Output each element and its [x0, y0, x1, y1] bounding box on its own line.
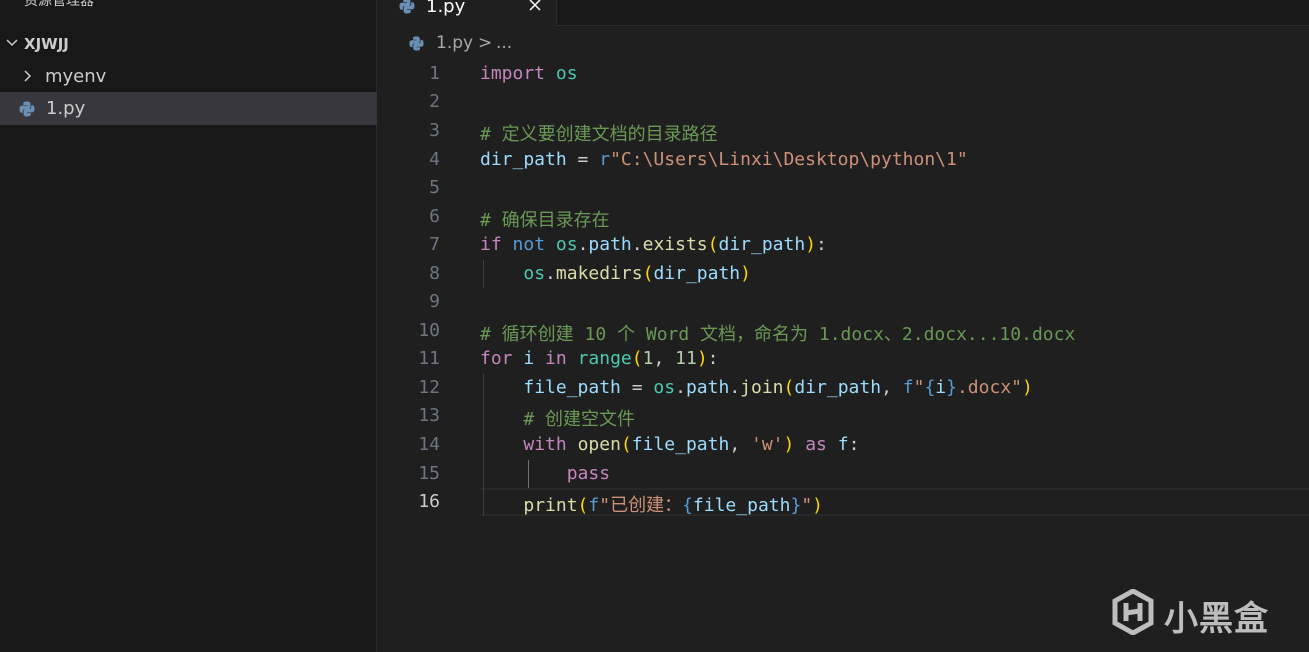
workspace-root-label: XJWJJ: [24, 35, 69, 53]
code-line: 2: [378, 88, 1309, 116]
tree-item-label: myenv: [45, 66, 107, 87]
line-text: pass: [566, 463, 611, 484]
line-number: 9: [429, 291, 440, 312]
editor-area: 1.py 1.py > ... 1 import os 2 3 # 定义要创建文…: [378, 0, 1309, 652]
line-number: 11: [418, 348, 440, 369]
xiaoheihe-logo-icon: [1112, 589, 1154, 635]
xiaoheihe-watermark: 小黑盒: [1112, 587, 1282, 639]
line-number: 12: [418, 377, 440, 398]
tree-item-label: 1.py: [46, 98, 86, 119]
line-text: dir_path = r"C:\Users\Linxi\Desktop\pyth…: [480, 149, 968, 170]
code-line: 13 # 创建空文件: [378, 402, 1309, 430]
line-text: # 循环创建 10 个 Word 文档，命名为 1.docx、2.docx...…: [480, 324, 1076, 345]
breadcrumb-file[interactable]: 1.py: [436, 33, 473, 53]
code-line: 11 for i in range(1, 11):: [378, 345, 1309, 373]
code-line: 12 file_path = os.path.join(dir_path, f"…: [378, 374, 1309, 402]
explorer-header: 资源管理器 ···: [0, 0, 377, 16]
tree-item-myenv[interactable]: myenv: [0, 60, 377, 93]
line-text: if not os.path.exists(dir_path):: [480, 234, 827, 255]
line-number: 10: [418, 320, 440, 341]
line-text: import os: [480, 63, 578, 84]
python-file-icon: [409, 36, 424, 51]
code-line: 9: [378, 288, 1309, 316]
line-text: for i in range(1, 11):: [480, 348, 719, 369]
line-number: 15: [418, 463, 440, 484]
line-number: 16: [418, 491, 440, 512]
line-number: 5: [429, 177, 440, 198]
line-number: 13: [418, 405, 440, 426]
explorer-sidebar: 资源管理器 ··· XJWJJ myenv 1.py: [0, 0, 377, 652]
more-actions-icon[interactable]: ···: [334, 0, 352, 7]
code-line: 7 if not os.path.exists(dir_path):: [378, 231, 1309, 259]
explorer-title: 资源管理器: [24, 0, 94, 9]
watermark-text: 小黑盒: [1164, 599, 1269, 639]
tab-1py[interactable]: 1.py: [378, 0, 557, 26]
line-text: # 创建空文件: [480, 409, 636, 430]
tree-item-1py[interactable]: 1.py: [0, 92, 377, 125]
code-line: 10 # 循环创建 10 个 Word 文档，命名为 1.docx、2.docx…: [378, 317, 1309, 345]
line-text: with open(file_path, 'w') as f:: [523, 434, 860, 455]
code-line: 5: [378, 174, 1309, 202]
line-text: print(f"已创建：{file_path}"): [523, 495, 823, 516]
line-text: # 确保目录存在: [480, 210, 610, 231]
close-icon[interactable]: [526, 0, 544, 14]
line-number: 2: [429, 91, 440, 112]
line-text: os.makedirs(dir_path): [523, 263, 751, 284]
python-file-icon: [19, 101, 35, 117]
tab-bar: 1.py: [378, 0, 1309, 26]
line-number: 14: [418, 434, 440, 455]
line-number: 6: [429, 206, 440, 227]
code-line: 1 import os: [378, 60, 1309, 88]
code-line: 3 # 定义要创建文档的目录路径: [378, 117, 1309, 145]
line-number: 8: [429, 263, 440, 284]
tab-label: 1.py: [426, 0, 466, 17]
code-line: 14 with open(file_path, 'w') as f:: [378, 431, 1309, 459]
code-line: 4 dir_path = r"C:\Users\Linxi\Desktop\py…: [378, 146, 1309, 174]
line-text: file_path = os.path.join(dir_path, f"{i}…: [523, 377, 1033, 398]
code-line: 8 os.makedirs(dir_path): [378, 260, 1309, 288]
workspace-root[interactable]: XJWJJ: [0, 27, 377, 60]
breadcrumb-symbols[interactable]: ...: [496, 33, 512, 53]
line-number: 7: [429, 234, 440, 255]
line-number: 1: [429, 63, 440, 84]
code-line: 15 pass: [378, 460, 1309, 488]
code-line: 6 # 确保目录存在: [378, 203, 1309, 231]
code-line-active: 16 print(f"已创建：{file_path}"): [378, 488, 1309, 516]
line-text: # 定义要创建文档的目录路径: [480, 124, 718, 145]
chevron-right-icon: [24, 70, 32, 82]
python-file-icon: [399, 0, 415, 14]
line-number: 3: [429, 120, 440, 141]
breadcrumb-separator: >: [478, 33, 493, 53]
line-number: 4: [429, 149, 440, 170]
chevron-down-icon: [6, 39, 18, 47]
